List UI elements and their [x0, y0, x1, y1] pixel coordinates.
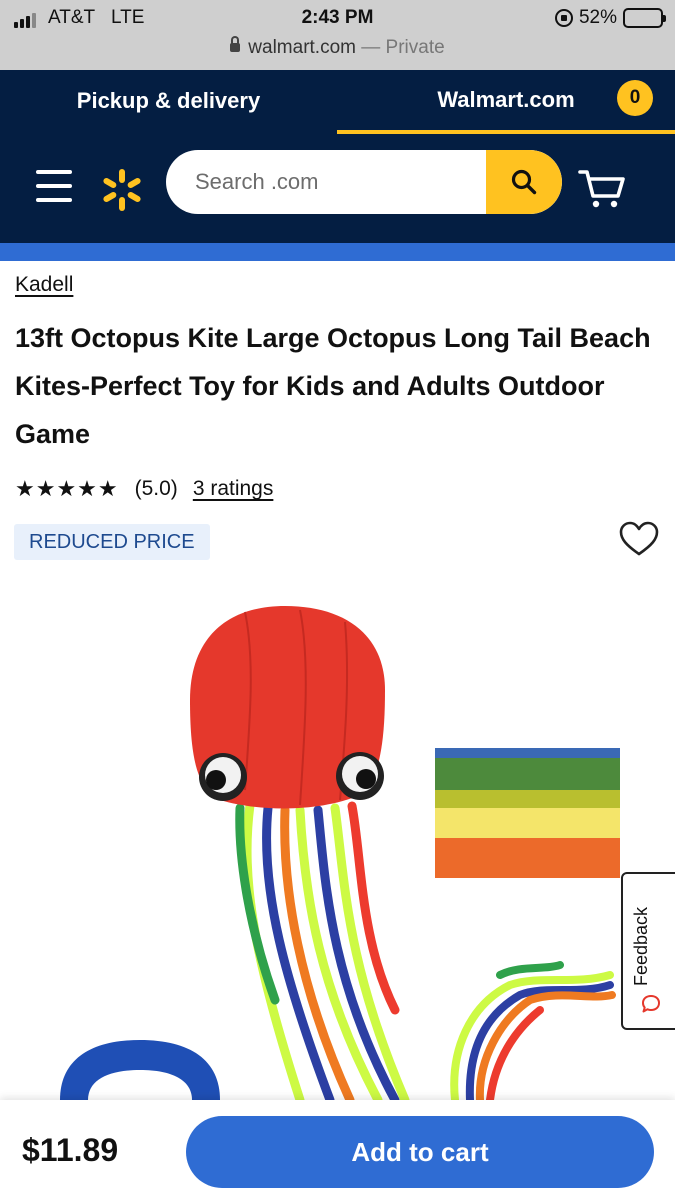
battery-icon	[623, 8, 666, 28]
search-bar	[166, 150, 562, 214]
bottom-purchase-bar: $11.89 Add to cart	[0, 1100, 675, 1200]
search-icon	[511, 169, 537, 195]
rating-score: (5.0)	[134, 477, 178, 500]
product-title: 13ft Octopus Kite Large Octopus Long Tai…	[15, 323, 651, 449]
product-price: $11.89	[22, 1132, 119, 1168]
rating-summary: ★★★★★ (5.0) 3 ratings	[15, 476, 273, 502]
header-accent-bar	[0, 243, 675, 261]
browser-status-area: AT&T LTE 2:43 PM 52% walmart.com — Priva…	[0, 0, 675, 70]
reduced-price-badge: REDUCED PRICE	[14, 524, 210, 560]
kite-package-image	[435, 748, 620, 878]
tab-pickup-delivery[interactable]: Pickup & delivery	[0, 70, 337, 132]
add-to-cart-button[interactable]: Add to cart	[186, 1116, 654, 1188]
search-button[interactable]	[486, 150, 562, 214]
kite-tails	[235, 800, 410, 1100]
battery-percent: 52%	[578, 7, 617, 28]
chat-bubble-icon	[642, 995, 660, 1013]
cart-icon[interactable]	[578, 164, 626, 210]
walmart-spark-logo[interactable]	[100, 168, 144, 212]
address-domain: walmart.com	[248, 37, 356, 58]
address-bar[interactable]: walmart.com — Private	[0, 36, 675, 59]
menu-icon[interactable]	[36, 170, 72, 202]
search-input[interactable]	[166, 150, 486, 214]
product-image[interactable]	[0, 575, 675, 1100]
ios-status-bar: AT&T LTE 2:43 PM 52%	[0, 6, 675, 32]
cart-count-badge[interactable]: 0	[617, 80, 653, 116]
orientation-lock-icon	[554, 9, 573, 27]
site-header: Pickup & delivery Walmart.com	[0, 70, 675, 243]
heart-icon[interactable]	[619, 521, 659, 557]
battery-status: 52%	[554, 7, 666, 29]
address-private-label: — Private	[361, 37, 445, 58]
brand-link[interactable]: Kadell	[15, 273, 73, 297]
star-rating-icon: ★★★★★	[15, 476, 119, 501]
feedback-tab[interactable]: Feedback	[621, 872, 675, 1030]
lock-icon	[230, 36, 241, 52]
spare-tails	[450, 961, 616, 1100]
feedback-label: Feedback	[631, 906, 651, 986]
kite-handle-image	[60, 1040, 220, 1100]
ratings-count-link[interactable]: 3 ratings	[193, 477, 274, 501]
